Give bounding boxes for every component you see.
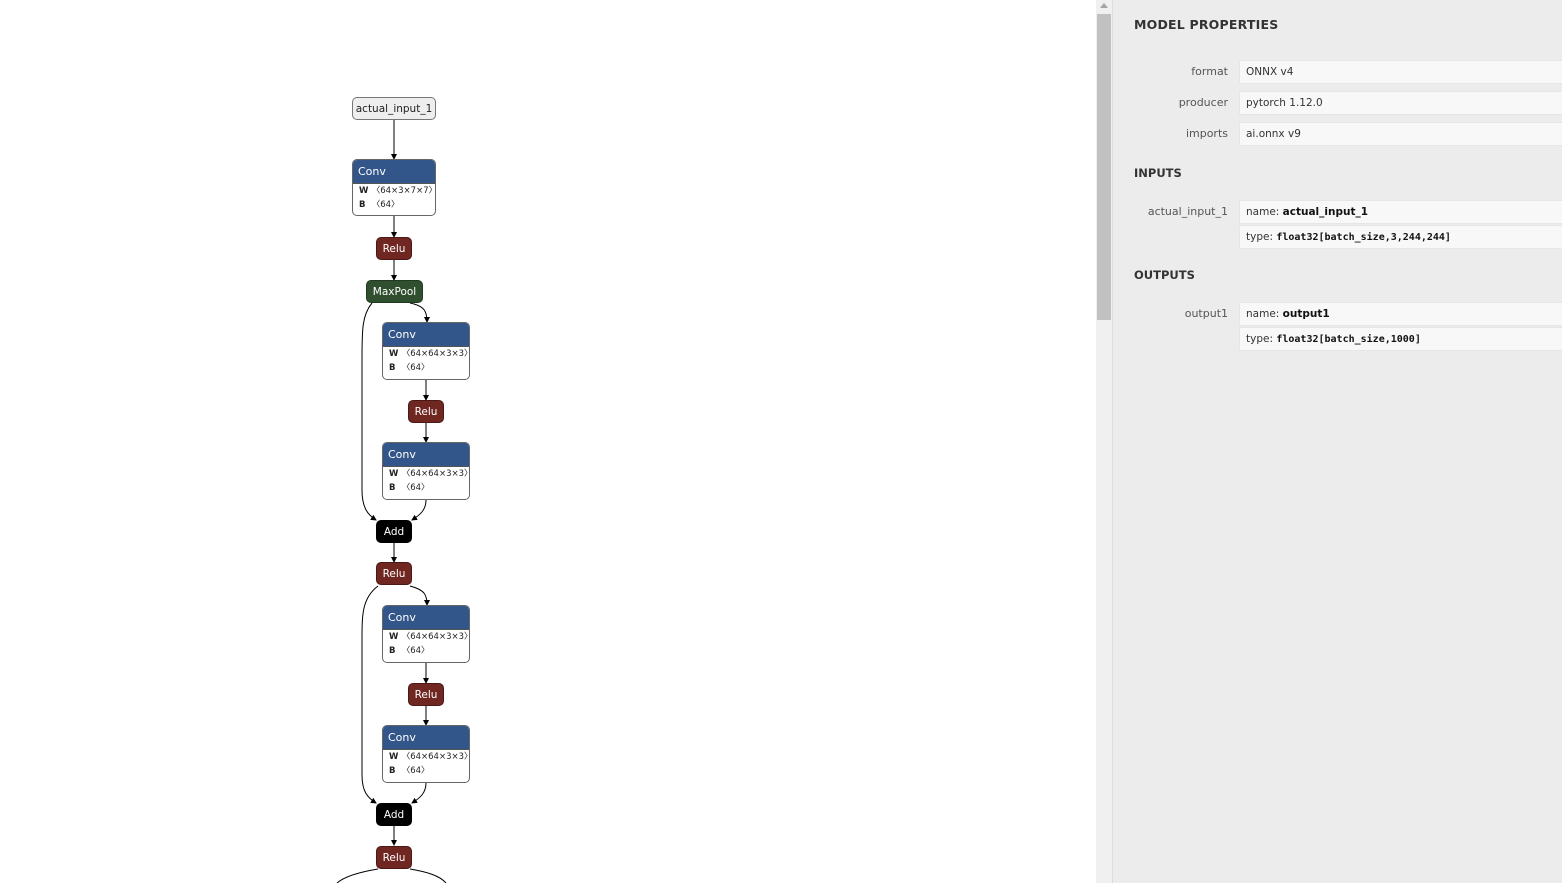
vertical-scrollbar[interactable] [1096, 0, 1112, 883]
conv-attr-b: B 〈64〉 [383, 361, 469, 375]
input-label: actual_input_1 [1147, 205, 1228, 218]
conv-attr-w: W 〈64×3×7×7〉 [353, 184, 435, 198]
attr-b-value: 〈64〉 [371, 200, 400, 210]
conv-node-title: Conv [383, 726, 469, 750]
add-node-2[interactable]: Add [376, 803, 412, 826]
attr-w-key: W [359, 186, 369, 196]
attr-w-key: W [389, 469, 399, 479]
attr-b-key: B [389, 766, 396, 776]
properties-sidebar: MODEL PROPERTIES format ONNX v4 producer… [1112, 0, 1562, 883]
conv-node-3[interactable]: Conv W 〈64×64×3×3〉 B 〈64〉 [382, 442, 470, 500]
attr-w-value: 〈64×64×3×3〉 [401, 349, 470, 359]
relu-node-5[interactable]: Relu [376, 846, 412, 869]
sidebar-title: MODEL PROPERTIES [1134, 17, 1279, 32]
scroll-up-arrow-icon[interactable] [1100, 3, 1108, 8]
property-label-format: format [1191, 65, 1228, 78]
relu-node-3[interactable]: Relu [376, 562, 412, 585]
input-node[interactable]: actual_input_1 [352, 97, 436, 120]
property-label-producer: producer [1178, 96, 1228, 109]
property-value-producer[interactable]: pytorch 1.12.0 [1239, 91, 1562, 115]
input-type-value[interactable]: type: float32[batch_size,3,244,244] [1239, 225, 1562, 249]
conv-attr-w: W 〈64×64×3×3〉 [383, 347, 469, 361]
conv-attr-b: B 〈64〉 [383, 481, 469, 495]
maxpool-node[interactable]: MaxPool [366, 280, 423, 303]
inputs-section-title: INPUTS [1134, 166, 1182, 180]
graph-canvas[interactable]: actual_input_1 Conv W 〈64×3×7×7〉 B 〈64〉 … [0, 0, 1096, 883]
conv-attr-w: W 〈64×64×3×3〉 [383, 750, 469, 764]
scroll-thumb[interactable] [1097, 14, 1111, 320]
conv-node-4[interactable]: Conv W 〈64×64×3×3〉 B 〈64〉 [382, 605, 470, 663]
conv-node-1[interactable]: Conv W 〈64×3×7×7〉 B 〈64〉 [352, 159, 436, 216]
conv-node-title: Conv [383, 443, 469, 467]
property-label-imports: imports [1185, 127, 1228, 140]
conv-node-2[interactable]: Conv W 〈64×64×3×3〉 B 〈64〉 [382, 322, 470, 380]
output-name-value[interactable]: name: output1 [1239, 302, 1562, 326]
conv-node-title: Conv [383, 606, 469, 630]
output-type: float32[batch_size,1000] [1276, 334, 1421, 345]
relu-node-4[interactable]: Relu [408, 683, 444, 706]
attr-w-key: W [389, 349, 399, 359]
attr-b-value: 〈64〉 [401, 646, 430, 656]
property-value-imports[interactable]: ai.onnx v9 [1239, 122, 1562, 146]
type-prefix: type: [1246, 333, 1277, 345]
attr-w-value: 〈64×3×7×7〉 [371, 186, 436, 196]
outputs-section-title: OUTPUTS [1134, 268, 1195, 282]
output-type-value[interactable]: type: float32[batch_size,1000] [1239, 327, 1562, 351]
relu-node-1[interactable]: Relu [376, 237, 412, 260]
conv-attr-w: W 〈64×64×3×3〉 [383, 630, 469, 644]
attr-w-key: W [389, 632, 399, 642]
attr-b-value: 〈64〉 [401, 363, 430, 373]
attr-b-key: B [389, 363, 396, 373]
attr-b-key: B [389, 483, 396, 493]
add-node-1[interactable]: Add [376, 520, 412, 543]
property-value-format[interactable]: ONNX v4 [1239, 60, 1562, 84]
conv-attr-b: B 〈64〉 [353, 198, 435, 212]
input-node-label: actual_input_1 [355, 102, 433, 115]
output-name: output1 [1282, 308, 1330, 320]
conv-node-title: Conv [353, 160, 435, 184]
attr-b-value: 〈64〉 [401, 766, 430, 776]
conv-node-title: Conv [383, 323, 469, 347]
conv-attr-b: B 〈64〉 [383, 644, 469, 658]
conv-attr-w: W 〈64×64×3×3〉 [383, 467, 469, 481]
graph-edges [336, 120, 447, 883]
name-prefix: name: [1246, 206, 1283, 218]
attr-b-key: B [359, 200, 366, 210]
attr-w-value: 〈64×64×3×3〉 [401, 632, 470, 642]
output-label: output1 [1184, 307, 1228, 320]
conv-node-5[interactable]: Conv W 〈64×64×3×3〉 B 〈64〉 [382, 725, 470, 783]
name-prefix: name: [1246, 308, 1283, 320]
conv-attr-b: B 〈64〉 [383, 764, 469, 778]
attr-w-value: 〈64×64×3×3〉 [401, 752, 470, 762]
input-name-value[interactable]: name: actual_input_1 [1239, 200, 1562, 224]
attr-b-value: 〈64〉 [401, 483, 430, 493]
attr-w-value: 〈64×64×3×3〉 [401, 469, 470, 479]
attr-w-key: W [389, 752, 399, 762]
relu-node-2[interactable]: Relu [408, 400, 444, 423]
input-type: float32[batch_size,3,244,244] [1276, 232, 1451, 243]
input-name: actual_input_1 [1282, 206, 1369, 218]
type-prefix: type: [1246, 231, 1277, 243]
attr-b-key: B [389, 646, 396, 656]
